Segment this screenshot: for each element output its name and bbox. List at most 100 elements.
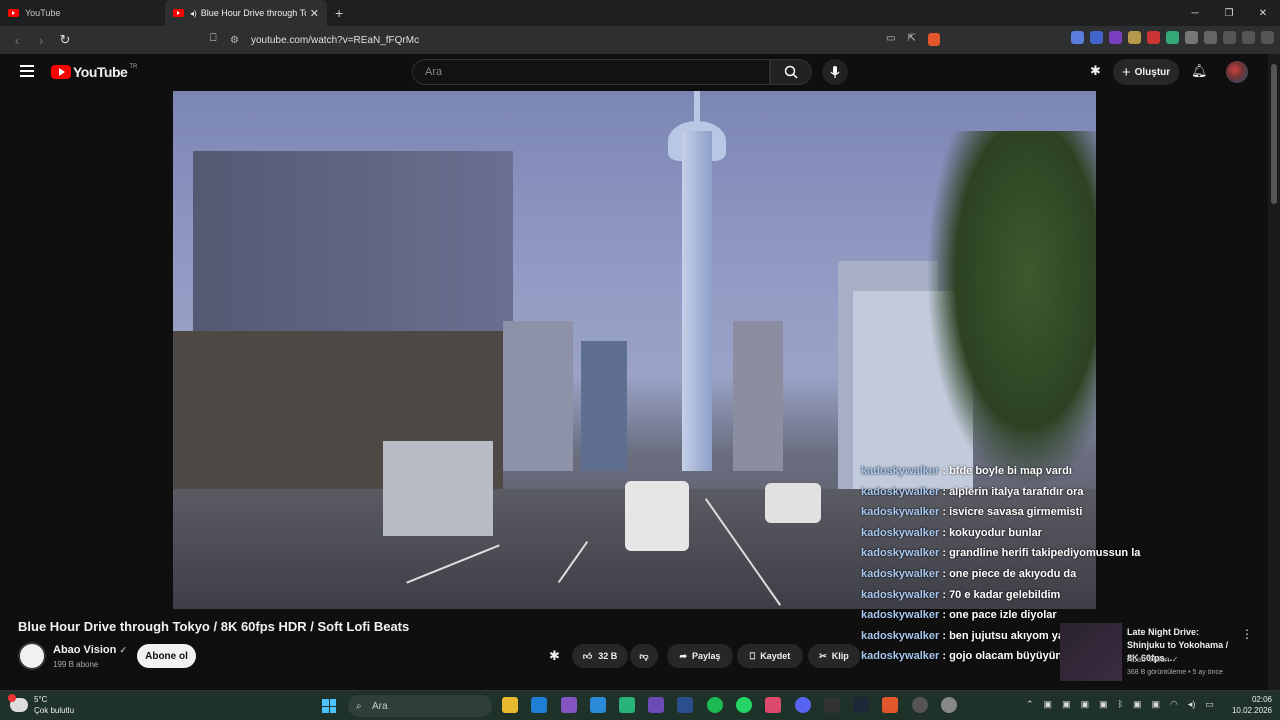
extension-icon[interactable] [1166,31,1179,44]
taskbar-search-label: Ara [372,700,388,712]
sparkle-icon[interactable]: ✱ [549,648,560,664]
channel-name[interactable]: Abao Vision ✓ [53,644,127,656]
terminal-icon[interactable] [648,697,664,713]
account-avatar[interactable] [1226,61,1248,83]
video-frame-tower [694,91,700,125]
outlook-icon[interactable] [531,697,547,713]
brave-shield-icon[interactable] [927,33,940,46]
battery-icon[interactable]: ▭ [1205,699,1214,710]
youtube-favicon-icon [8,9,19,17]
share-icon[interactable]: ⇱ [907,33,915,46]
menu-icon[interactable] [1261,31,1274,44]
like-button[interactable]: 👍︎ 32 B [572,644,628,668]
chat-username: kadoskywalker [861,629,940,642]
tray-app-icon[interactable]: ▣ [1152,699,1161,710]
speaker-icon: ◂) [190,8,197,18]
weather-widget[interactable]: 5°C Çok bulutlu [8,694,74,716]
tab-youtube[interactable]: YouTube [0,0,165,26]
share-button[interactable]: ➦ Paylaş [667,644,733,668]
discord-icon[interactable] [795,697,811,713]
brave-icon[interactable] [882,697,898,713]
pycharm-icon[interactable] [619,697,635,713]
wifi-icon[interactable]: ◠ [1170,699,1178,710]
app-icon[interactable] [912,697,928,713]
clock[interactable]: 02:06 10.02.2026 [1232,694,1272,716]
epic-games-icon[interactable] [824,697,840,713]
tray-app-icon[interactable]: ▣ [1099,699,1108,710]
tray-app-icon[interactable]: ▣ [1062,699,1071,710]
save-button[interactable]: ⎕ Kaydet [737,644,803,668]
file-explorer-icon[interactable] [502,697,518,713]
site-settings-icon[interactable]: ⚙ [230,35,239,46]
plus-icon: + [1121,63,1131,81]
voice-search-button[interactable] [822,59,848,85]
recommended-views: 368 B görüntüleme • 5 ay önce [1127,669,1223,676]
clip-button[interactable]: ✂ Klip [808,644,860,668]
steam-icon[interactable] [853,697,869,713]
tab-video[interactable]: ◂) Blue Hour Drive through Toky ✕ [165,0,327,26]
vscode-icon[interactable] [590,697,606,713]
bluetooth-icon[interactable]: ᛒ [1118,699,1123,710]
taskbar-search[interactable]: ⌕ Ara [348,695,492,717]
windows-logo-icon [322,699,329,706]
extension-icon[interactable] [1128,31,1141,44]
more-options-icon[interactable]: ⋮ [1241,627,1253,641]
restore-icon[interactable]: ❐ [1212,0,1246,26]
translate-icon[interactable] [1071,31,1084,44]
extension-icon[interactable] [1147,31,1160,44]
address-bar[interactable]: ⚙ youtube.com/watch?v=REaN_fFQrMc [230,29,870,51]
app-icon[interactable] [677,697,693,713]
media-icon[interactable] [1223,31,1236,44]
forward-icon[interactable]: › [34,33,48,48]
extension-icon[interactable] [1090,31,1103,44]
minimize-icon[interactable]: ─ [1178,0,1212,26]
tray-app-icon[interactable]: ▣ [1044,699,1053,710]
chat-separator: : [939,629,950,642]
spotify-icon[interactable] [707,697,723,713]
sparkle-icon[interactable]: ✱ [1090,63,1101,79]
video-frame-trees [926,131,1096,491]
video-frame-truck [383,441,493,536]
volume-icon[interactable]: ◂) [1188,699,1196,710]
youtube-logo[interactable]: YouTube TR [51,64,137,80]
search-button[interactable] [770,59,812,85]
menu-icon[interactable] [20,65,34,77]
create-button[interactable]: + Oluştur [1113,59,1179,85]
recommended-channel[interactable]: Abao Vision ✓ [1127,655,1179,664]
page-scrollbar[interactable] [1268,54,1280,690]
app-icon[interactable] [765,697,781,713]
settings-icon[interactable] [941,697,957,713]
tray-app-icon[interactable]: ▣ [1133,699,1142,710]
dislike-button[interactable]: 👎︎ [630,644,658,668]
visual-studio-icon[interactable] [561,697,577,713]
subscribe-button[interactable]: Abone ol [137,644,196,668]
start-button[interactable] [322,699,336,713]
bookmark-icon[interactable]: ⎕ [210,32,217,45]
whatsapp-icon[interactable] [736,697,752,713]
channel-avatar[interactable] [18,642,46,670]
chevron-up-icon[interactable]: ⌃ [1026,699,1034,710]
search-input[interactable]: Ara [412,59,770,85]
back-icon[interactable]: ‹ [10,33,24,48]
close-tab-icon[interactable]: ✕ [310,7,319,20]
chat-username: kadoskywalker [861,526,940,539]
new-tab-button[interactable]: + [335,5,343,21]
extension-icon[interactable] [1109,31,1122,44]
chat-text: alplerin italya tarafıdır ora [949,485,1084,498]
extension-icon[interactable] [1204,31,1217,44]
chat-username: kadoskywalker [861,609,940,622]
scrollbar-thumb[interactable] [1271,64,1277,204]
close-window-icon[interactable]: ✕ [1246,0,1280,26]
chat-separator: : [939,526,950,539]
install-icon[interactable]: ▭ [886,33,895,46]
youtube-play-icon [51,65,71,79]
sidebar-icon[interactable] [1242,31,1255,44]
puzzle-icon[interactable] [1185,31,1198,44]
notifications-bell-icon[interactable]: 🔔︎ [1191,63,1208,79]
chat-message: kadoskywalker : grandline herifi takiped… [861,543,1161,564]
temperature: 5°C [34,695,48,704]
recommended-thumbnail[interactable] [1060,623,1122,681]
chat-separator: : [939,485,950,498]
tray-app-icon[interactable]: ▣ [1081,699,1090,710]
reload-icon[interactable]: ↻ [58,32,72,48]
